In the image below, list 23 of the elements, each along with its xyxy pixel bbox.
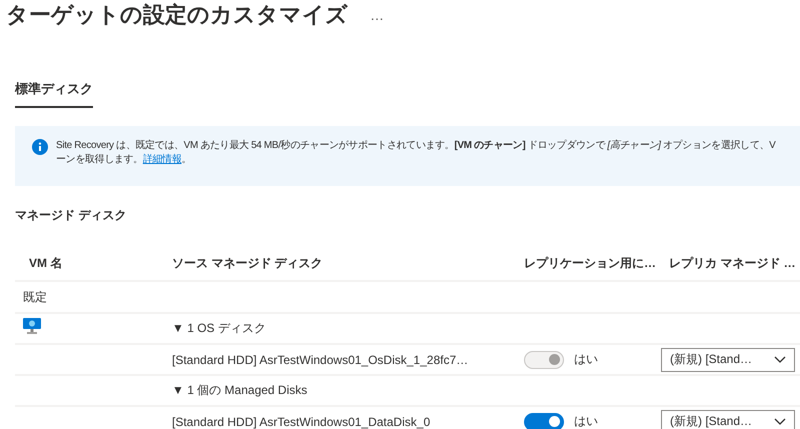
group-label: 既定 <box>22 288 48 306</box>
disk-name: [Standard HDD] AsrTestWindows01_OsDisk_1_28fc7… <box>172 352 470 366</box>
column-header: レプリカ マネージド … <box>669 254 797 272</box>
info-icon <box>32 139 48 155</box>
toggle-switch[interactable] <box>524 412 564 429</box>
learn-more-link[interactable]: 詳細情報 <box>142 154 182 165</box>
replica-disk-dropdown[interactable]: (新規) [Stand… <box>661 348 795 372</box>
group-header[interactable]: ▼ 1 OS ディスク <box>172 320 524 337</box>
group-header[interactable]: ▼ 1 個の Managed Disks <box>172 382 524 399</box>
replica-disk-dropdown[interactable]: (新規) [Stand… <box>661 410 795 429</box>
disk-name: [Standard HDD] AsrTestWindows01_DataDisk_0 <box>172 414 432 428</box>
chevron-down-icon <box>774 356 786 364</box>
chevron-down-icon <box>774 418 786 426</box>
toggle-label: はい <box>574 413 598 429</box>
page-title: ターゲットの設定のカスタマイズ <box>6 1 348 29</box>
section-title: マネージド ディスク <box>14 207 128 224</box>
more-options[interactable]: … <box>370 7 384 23</box>
column-header: レプリケーション用に… <box>524 254 657 272</box>
tab[interactable]: 標準ディスク <box>15 76 93 108</box>
toggle-label: はい <box>574 351 598 368</box>
column-header: VM 名 <box>28 254 64 272</box>
info-message: Site Recovery は、既定では、VM あたり最大 54 MB/秒のチャーンがサポートされています。[VM のチャーン] ドロップダウンで [高チャーン] オプションを選択して、V ーンを取得します。詳細情報。 <box>56 139 776 167</box>
column-header: ソース マネージド ディスク <box>172 254 324 272</box>
